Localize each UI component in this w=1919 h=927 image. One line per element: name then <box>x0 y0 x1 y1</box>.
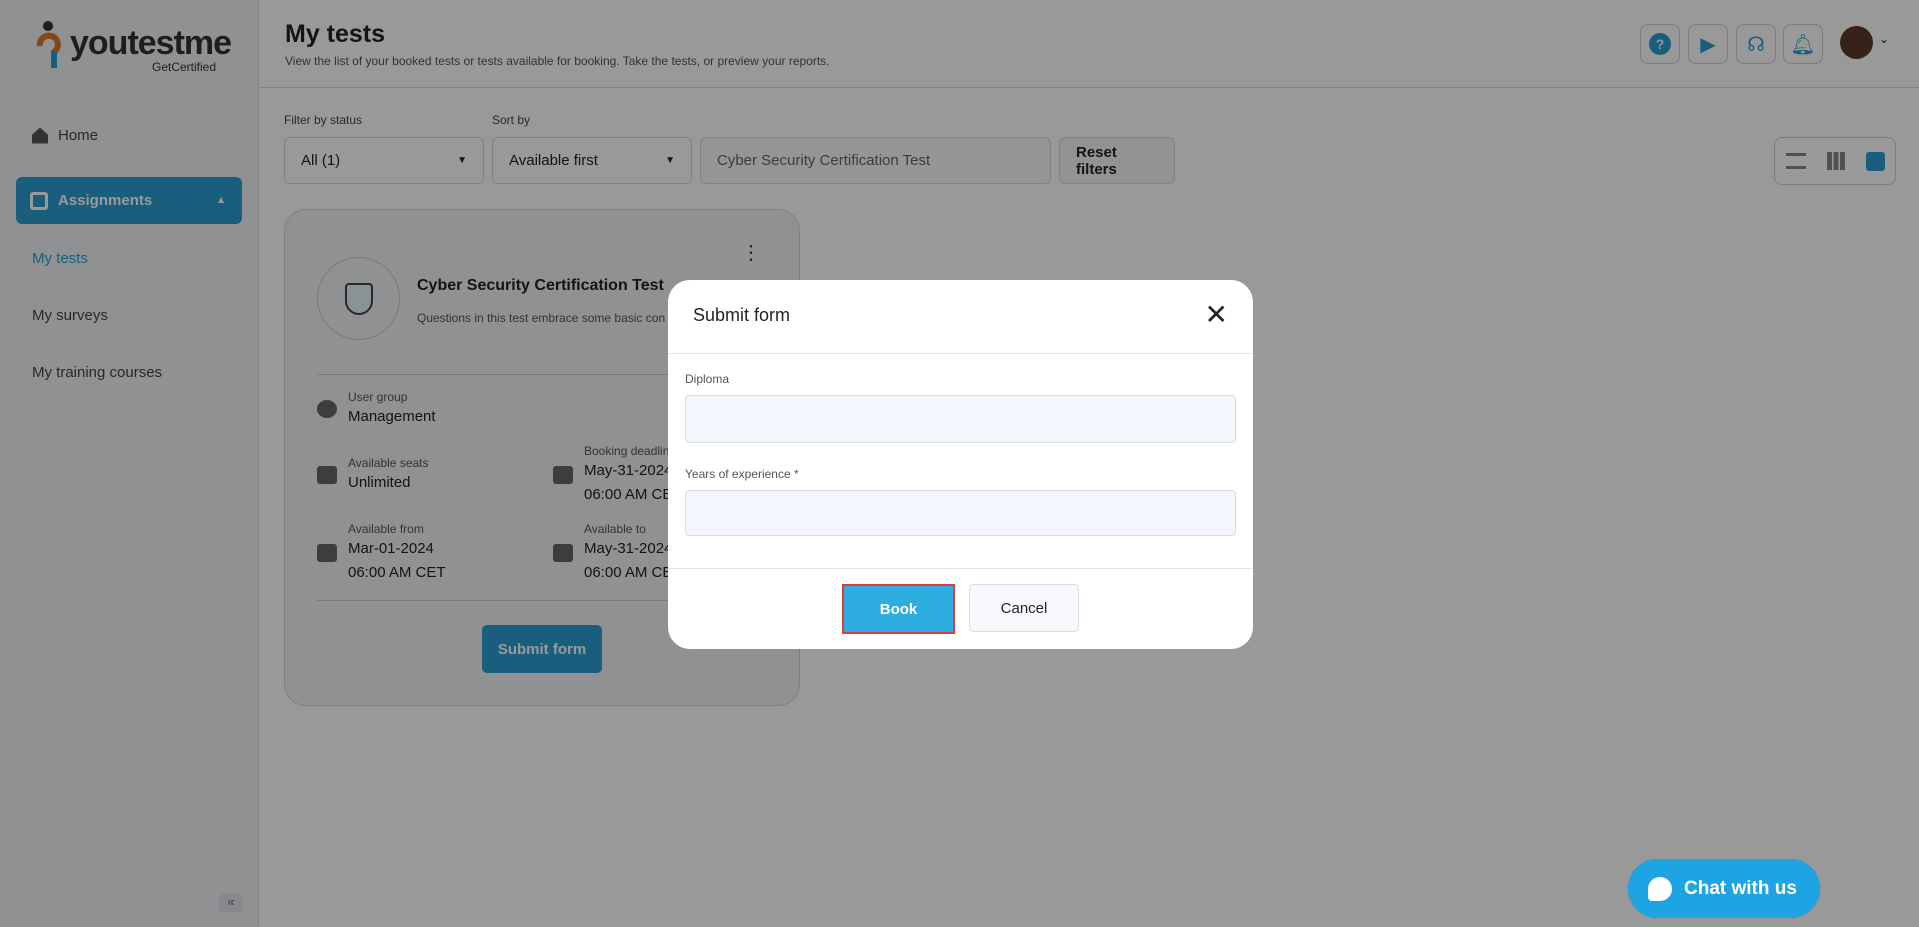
diploma-input[interactable] <box>685 395 1236 443</box>
cancel-button[interactable]: Cancel <box>969 584 1079 632</box>
chat-bubble-icon <box>1648 876 1672 901</box>
dialog-title: Submit form <box>693 305 791 325</box>
submit-form-dialog: Submit form ✕ Diploma Years of experienc… <box>668 280 1253 649</box>
book-button[interactable]: Book <box>842 584 955 634</box>
divider <box>668 353 1253 354</box>
years-of-experience-input[interactable] <box>685 490 1236 536</box>
divider <box>668 568 1253 569</box>
chat-label: Chat with us <box>1684 877 1797 899</box>
years-of-experience-label: Years of experience * <box>685 467 799 481</box>
diploma-label: Diploma <box>685 372 730 386</box>
close-icon[interactable]: ✕ <box>1205 298 1228 331</box>
chat-button[interactable]: Chat with us <box>1628 859 1820 918</box>
